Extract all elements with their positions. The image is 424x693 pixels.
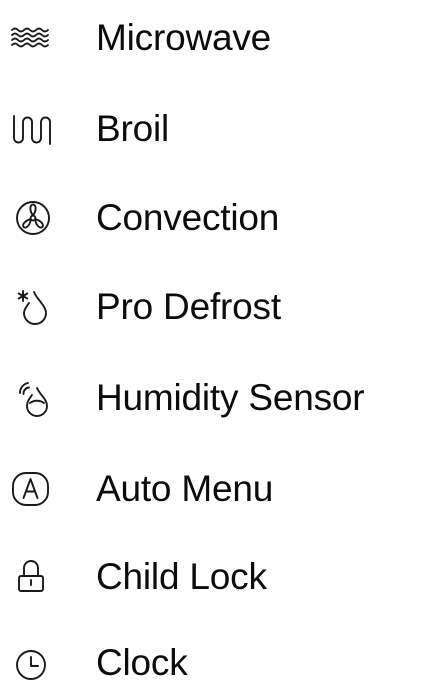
feature-row-child-lock: Child Lock	[0, 547, 424, 607]
feature-row-broil: Broil	[0, 99, 424, 159]
feature-row-microwave: Microwave	[0, 8, 424, 68]
feature-row-convection: Convection	[0, 188, 424, 248]
feature-list: Microwave Broil Convection Pro Defrost H…	[0, 0, 424, 683]
feature-row-auto-menu: Auto Menu	[0, 459, 424, 519]
feature-label: Convection	[96, 197, 280, 238]
feature-row-pro-defrost: Pro Defrost	[0, 277, 424, 337]
child-lock-icon	[8, 552, 58, 602]
humidity-sensor-icon	[8, 373, 58, 423]
convection-fan-icon	[8, 193, 58, 243]
feature-label: Humidity Sensor	[96, 377, 365, 418]
feature-label: Microwave	[96, 17, 272, 58]
feature-row-clock: Clock	[0, 633, 424, 693]
feature-label: Child Lock	[96, 556, 267, 597]
feature-label: Pro Defrost	[96, 286, 281, 327]
feature-label: Auto Menu	[96, 468, 274, 509]
feature-row-humidity-sensor: Humidity Sensor	[0, 368, 424, 428]
broil-coil-icon	[8, 104, 58, 154]
feature-label: Clock	[96, 642, 188, 683]
feature-label: Broil	[96, 108, 170, 149]
auto-menu-icon	[8, 464, 58, 514]
defrost-snowflake-drop-icon	[8, 282, 58, 332]
microwave-waves-icon	[8, 13, 58, 63]
